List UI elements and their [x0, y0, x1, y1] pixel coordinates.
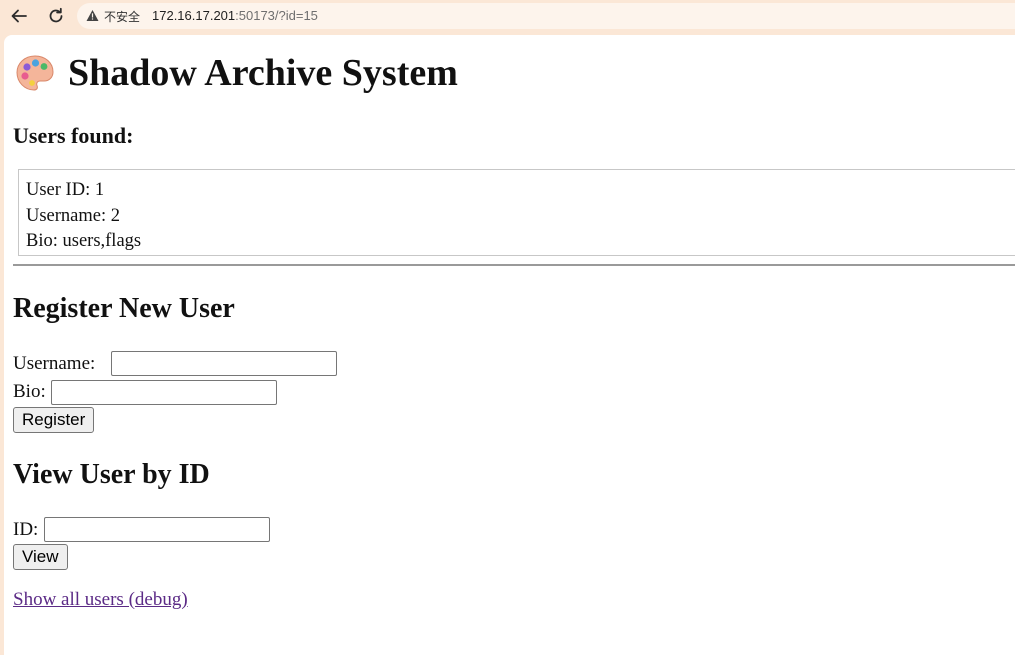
page-title: Shadow Archive System [68, 52, 458, 94]
browser-toolbar: 不安全 172.16.17.201:50173/?id=15 [0, 0, 1015, 34]
view-user-heading: View User by ID [13, 459, 210, 490]
username-input[interactable] [111, 351, 337, 376]
divider [13, 264, 1015, 266]
users-found-heading: Users found: [13, 123, 134, 148]
reload-icon [49, 7, 63, 23]
url-path: :50173/?id=15 [235, 8, 318, 23]
page-header: Shadow Archive System [14, 51, 458, 95]
register-button[interactable]: Register [13, 407, 95, 433]
id-input[interactable] [44, 517, 270, 542]
bio-input[interactable] [51, 380, 277, 405]
view-button[interactable]: View [13, 544, 68, 570]
warning-icon[interactable] [86, 9, 99, 22]
artist-palette-icon [16, 55, 54, 91]
reload-button[interactable] [43, 4, 69, 28]
bio-label: Bio: [13, 381, 46, 402]
register-heading: Register New User [13, 293, 235, 324]
user-record: User ID: 1 Username: 2 Bio: users,flags [18, 169, 1015, 256]
arrow-left-icon [11, 9, 27, 23]
show-all-users-link[interactable]: Show all users (debug) [13, 589, 188, 611]
url-text[interactable]: 172.16.17.201:50173/?id=15 [152, 8, 318, 23]
bio-line: Bio: users,flags [26, 231, 142, 251]
user-id-line: User ID: 1 [26, 180, 105, 200]
id-label: ID: [13, 519, 39, 540]
url-host: 172.16.17.201 [152, 8, 236, 23]
username-line: Username: 2 [26, 205, 121, 226]
page-viewport: Shadow Archive System Users found: User … [4, 35, 1015, 655]
username-label: Username: [13, 353, 96, 374]
back-button[interactable] [6, 4, 32, 28]
address-bar[interactable]: 不安全 172.16.17.201:50173/?id=15 [77, 3, 1015, 29]
security-status-label[interactable]: 不安全 [104, 8, 140, 25]
